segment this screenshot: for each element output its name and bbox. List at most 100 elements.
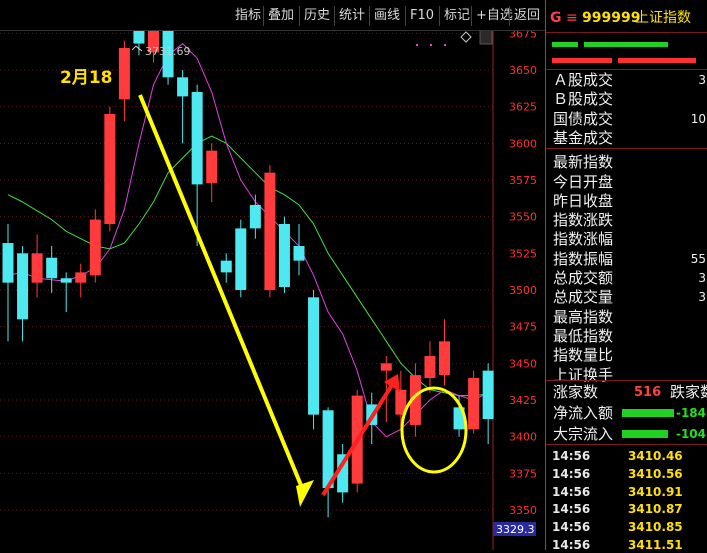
volume-bar-green-1 xyxy=(552,42,578,47)
candle-down xyxy=(177,77,189,97)
y-tick-label: 3350 xyxy=(509,504,537,517)
quote-value: 3 xyxy=(698,290,706,305)
quote-label: 国债成交 xyxy=(553,109,614,128)
quote-label: 上证换手 xyxy=(553,365,614,384)
date-annotation: 2月18 xyxy=(60,68,113,88)
panel-divider xyxy=(546,444,707,445)
y-tick-label: 3500 xyxy=(509,284,537,297)
candle-down xyxy=(191,91,203,185)
legend-dot xyxy=(416,44,418,46)
tick-price: 3410.87 xyxy=(628,502,683,517)
tick-time: 14:56 xyxy=(552,520,591,535)
tick-time: 14:56 xyxy=(552,466,591,481)
quote-value: 55 xyxy=(690,251,706,266)
tick-price: 3411.51 xyxy=(628,538,683,552)
volume-bar-red-1 xyxy=(552,58,612,63)
current-price-label: 3329.3 xyxy=(496,523,535,536)
y-tick-label: 3450 xyxy=(509,357,537,370)
toolbar-button-6[interactable]: F10 xyxy=(410,8,434,24)
y-tick-label: 3650 xyxy=(509,64,537,77)
legend-dot xyxy=(430,44,432,46)
legend-dot xyxy=(444,44,446,46)
candle-up xyxy=(424,355,436,378)
candle-down xyxy=(322,410,334,488)
quote-value: 3 xyxy=(698,73,706,87)
flow-bar xyxy=(622,409,674,417)
toolbar-button-3[interactable]: 历史 xyxy=(304,8,330,24)
quote-label: 基金成交 xyxy=(553,128,614,147)
candle-down xyxy=(308,297,320,415)
chart-toolbar: 指标 叠加 历史 统计 画线 F10 标记 +自选 返回 xyxy=(0,0,545,31)
candle-up xyxy=(206,150,218,183)
toolbar-button-9[interactable]: 返回 xyxy=(514,8,540,24)
toolbar-separator xyxy=(471,6,472,26)
rise-count-value: 516 xyxy=(634,385,662,400)
menu-icon[interactable]: ≡ xyxy=(566,9,578,27)
candle-up xyxy=(75,272,87,283)
toolbar-button-5[interactable]: 画线 xyxy=(374,8,400,24)
stock-name: 上证指数 xyxy=(635,10,691,26)
quote-label: 最高指数 xyxy=(553,307,614,326)
tick-time: 14:56 xyxy=(552,502,591,517)
flow-value: -104 xyxy=(675,427,706,441)
toolbar-button-2[interactable]: 叠加 xyxy=(268,8,294,24)
quote-label: 最低指数 xyxy=(553,326,614,345)
flow-value: -184 xyxy=(675,406,706,420)
quote-label: 最新指数 xyxy=(553,153,614,172)
quote-label: 指数涨幅 xyxy=(553,230,614,249)
quote-label: 指数量比 xyxy=(553,346,614,365)
flow-label: 大宗流入 xyxy=(553,425,614,443)
candle-down xyxy=(17,253,29,320)
candle-up xyxy=(104,113,116,224)
tick-price: 3410.85 xyxy=(628,520,683,535)
candle-down xyxy=(249,204,261,229)
candle-up xyxy=(264,172,276,290)
candle-up xyxy=(118,47,130,100)
y-tick-label: 3525 xyxy=(509,247,537,260)
y-tick-label: 3425 xyxy=(509,394,537,407)
y-tick-label: 3600 xyxy=(509,137,537,150)
candle-up xyxy=(380,363,392,371)
candle-down xyxy=(220,260,232,273)
toolbar-separator xyxy=(263,6,264,26)
peak-label: 3731.69 xyxy=(145,45,191,58)
quote-value: 10 xyxy=(690,111,706,126)
y-tick-label: 3375 xyxy=(509,467,537,480)
candle-down xyxy=(46,257,58,279)
quote-panel: G ≡ 999999 上证指数 Ａ股成交 3 Ｂ股成交 国债成交 10 基金成交 最新指数今… xyxy=(545,0,707,552)
stock-code: 999999 xyxy=(582,10,641,26)
quote-label: 今日开盘 xyxy=(553,172,614,191)
toolbar-separator xyxy=(509,6,510,26)
tick-time: 14:56 xyxy=(552,484,591,499)
toolbar-button-7[interactable]: 标记 xyxy=(444,8,470,24)
candle-down xyxy=(2,243,14,283)
scroll-button xyxy=(479,29,493,45)
group-badge[interactable]: G xyxy=(550,9,562,27)
toolbar-separator xyxy=(369,6,370,26)
toolbar-button-8[interactable]: +自选 xyxy=(476,8,513,24)
candle-down xyxy=(482,370,494,420)
volume-bar-red-2 xyxy=(618,58,696,63)
quote-label: Ａ股成交 xyxy=(553,71,614,89)
y-tick-label: 3625 xyxy=(509,101,537,114)
y-tick-label: 3575 xyxy=(509,174,537,187)
quote-value: 3 xyxy=(698,271,706,285)
panel-divider xyxy=(546,32,707,33)
quote-label: 总成交量 xyxy=(553,288,614,307)
candle-up xyxy=(31,253,43,283)
candle-down xyxy=(293,245,305,261)
toolbar-button-1[interactable]: 指标 xyxy=(235,8,261,24)
rise-count-label: 涨家数 xyxy=(553,383,599,401)
quote-label: 指数振幅 xyxy=(553,249,614,268)
flow-label: 净流入额 xyxy=(553,404,614,422)
toolbar-separator xyxy=(405,6,406,26)
tick-time: 14:56 xyxy=(552,449,591,463)
quote-label: 昨日收盘 xyxy=(553,191,614,210)
toolbar-separator xyxy=(334,6,335,26)
flow-bar xyxy=(622,430,668,438)
candlestick-chart[interactable]: 3350 3375 3400 3425 3450 3475 3500 3525 3550 3575… xyxy=(0,0,545,550)
volume-bar-green-2 xyxy=(584,42,668,47)
panel-divider xyxy=(546,148,707,149)
toolbar-button-4[interactable]: 统计 xyxy=(339,8,365,24)
quote-label: 总成交额 xyxy=(553,269,614,287)
